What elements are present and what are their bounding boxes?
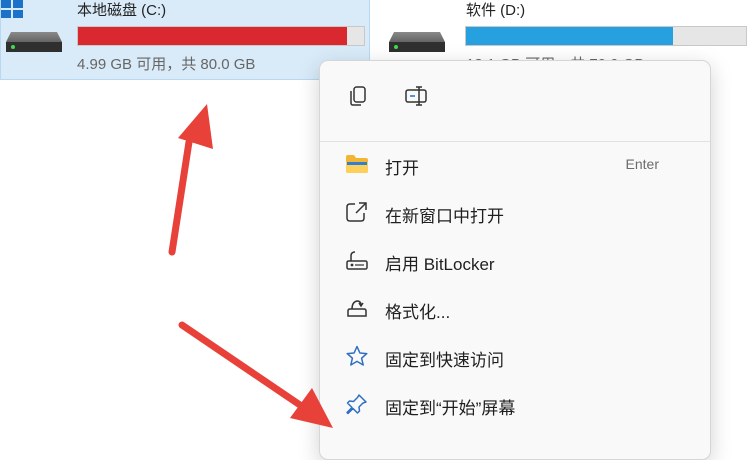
drive-name: 本地磁盘 (C:)	[77, 2, 167, 19]
usage-bar	[465, 26, 747, 46]
rename-icon	[405, 86, 427, 106]
arrow-up-icon	[168, 104, 213, 256]
menu-item-label: 固定到快速访问	[385, 351, 504, 370]
menu-item-bitlocker[interactable]: 启用 BitLocker	[326, 238, 704, 282]
menu-item-format[interactable]: 格式化...	[326, 286, 704, 330]
usage-bar-fill	[466, 27, 674, 45]
hard-drive-icon	[6, 32, 62, 52]
copy-button[interactable]	[341, 79, 375, 113]
context-menu: 打开 Enter 在新窗口中打开 启用 BitLocker 格式化... 固定到…	[319, 60, 711, 460]
drive-tile-c[interactable]: 本地磁盘 (C:) 4.99 GB 可用，共 80.0 GB	[0, 0, 370, 80]
folder-icon	[346, 155, 368, 173]
usage-bar-fill	[78, 27, 347, 45]
usage-bar	[77, 26, 365, 46]
copy-icon	[350, 86, 366, 106]
key-icon	[346, 251, 368, 270]
menu-item-open-new-window[interactable]: 在新窗口中打开	[326, 190, 704, 234]
menu-shortcut-label: Enter	[625, 156, 659, 172]
quick-actions-row	[320, 61, 710, 129]
star-icon	[346, 345, 368, 366]
menu-item-label: 在新窗口中打开	[385, 207, 504, 226]
menu-item-open[interactable]: 打开 Enter	[326, 142, 704, 186]
pin-icon	[346, 394, 367, 415]
windows-logo-icon	[1, 0, 23, 18]
rename-button[interactable]	[400, 79, 434, 113]
menu-item-label: 格式化...	[385, 303, 451, 322]
drive-name: 软件 (D:)	[466, 2, 526, 19]
format-icon	[347, 300, 367, 317]
arrow-down-right-icon	[178, 321, 333, 428]
menu-item-pin-start[interactable]: 固定到“开始”屏幕	[326, 382, 704, 426]
drive-capacity-text: 4.99 GB 可用，共 80.0 GB	[77, 56, 256, 73]
open-new-window-icon	[346, 202, 367, 222]
menu-item-pin-quick-access[interactable]: 固定到快速访问	[326, 334, 704, 378]
menu-item-label: 打开	[385, 159, 419, 178]
hard-drive-icon	[389, 32, 445, 52]
menu-item-label: 启用 BitLocker	[385, 255, 495, 274]
menu-item-label: 固定到“开始”屏幕	[385, 399, 516, 418]
